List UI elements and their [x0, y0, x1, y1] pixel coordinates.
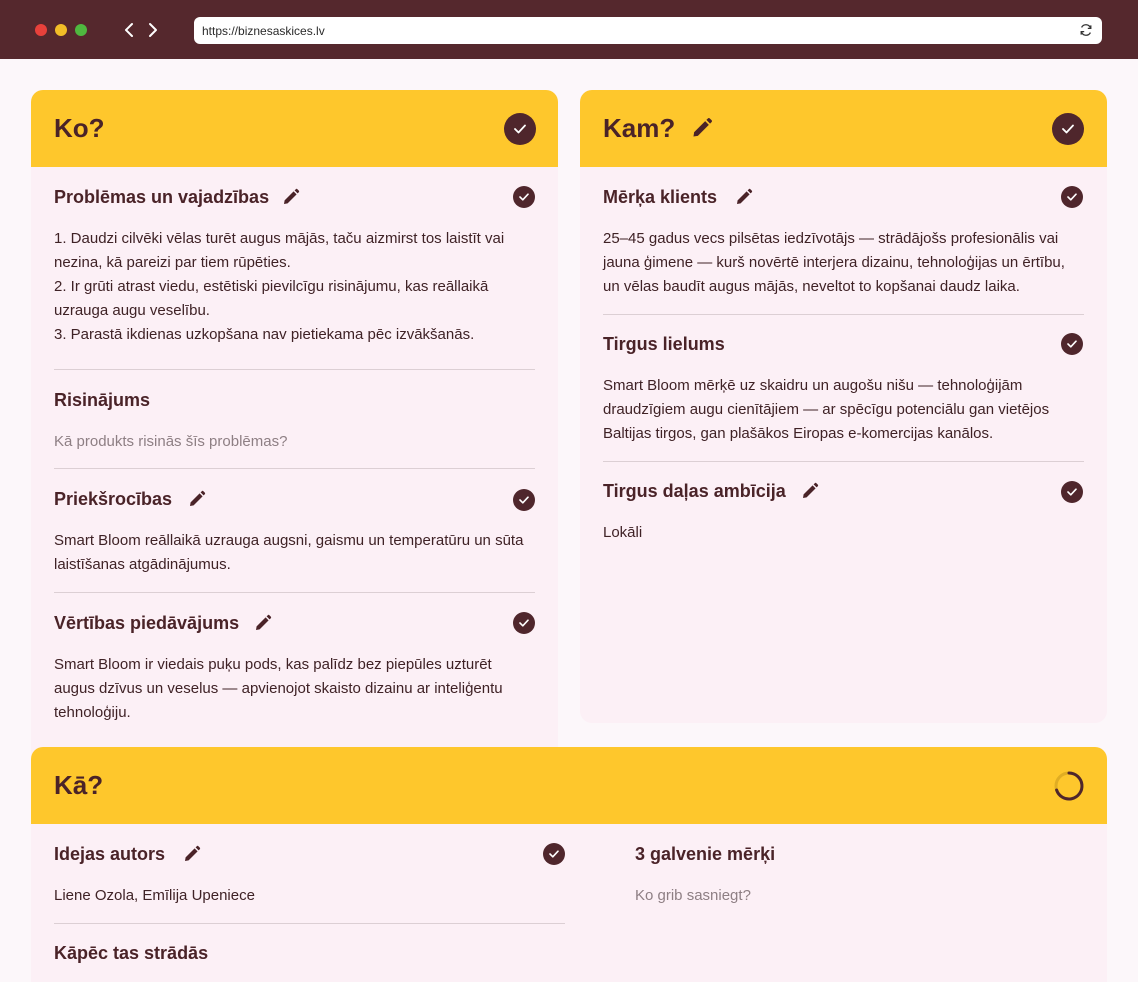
- author-text: Liene Ozola, Emīlija Upeniece: [54, 887, 255, 904]
- target-client-text: 25–45 gadus vecs pilsētas iedzīvotājs — …: [603, 230, 1065, 295]
- divider: [54, 369, 535, 370]
- ko-panel-title: Ko?: [54, 113, 105, 143]
- market-size-text: Smart Bloom mērķē uz skaidru un augošu n…: [603, 377, 1050, 442]
- market-share-title: Tirgus daļas ambīcija: [603, 481, 786, 501]
- check-icon[interactable]: [513, 186, 535, 208]
- check-icon[interactable]: [1052, 113, 1084, 145]
- value-title: Vērtības piedāvājums: [54, 613, 240, 633]
- url-text: https://biznesaskices.lv: [202, 24, 325, 38]
- ka-panel: Kā? Idejas autors Liene Ozola, Emīlija U…: [31, 747, 1107, 982]
- back-icon[interactable]: [119, 18, 139, 42]
- main-goals-placeholder[interactable]: Ko grib sasniegt?: [635, 887, 751, 904]
- author-title: Idejas autors: [54, 844, 166, 864]
- maximize-window-button[interactable]: [75, 24, 87, 36]
- check-icon[interactable]: [504, 113, 536, 145]
- divider: [603, 461, 1084, 462]
- edit-pencil-icon[interactable]: [188, 490, 206, 508]
- check-icon[interactable]: [513, 612, 535, 634]
- ko-panel: Ko? Problēmas un vajadzības 1. Daudzi ci…: [31, 90, 558, 770]
- ka-panel-title: Kā?: [54, 770, 104, 800]
- check-icon[interactable]: [1061, 333, 1083, 355]
- loading-spinner-icon: [1053, 770, 1085, 802]
- edit-pencil-icon[interactable]: [183, 845, 201, 863]
- edit-pencil-icon[interactable]: [735, 188, 753, 206]
- edit-pencil-icon[interactable]: [254, 614, 272, 632]
- browser-toolbar: https://biznesaskices.lv: [0, 0, 1138, 59]
- solution-title: Risinājums: [54, 390, 151, 410]
- advantages-text: Smart Bloom reāllaikā uzrauga augsni, ga…: [54, 532, 524, 573]
- check-icon[interactable]: [513, 489, 535, 511]
- check-icon[interactable]: [1061, 186, 1083, 208]
- check-icon[interactable]: [543, 843, 565, 865]
- address-bar[interactable]: https://biznesaskices.lv: [194, 17, 1102, 44]
- ko-panel-header: Ko?: [31, 90, 558, 167]
- edit-pencil-icon[interactable]: [282, 188, 300, 206]
- kam-panel-header: Kam?: [580, 90, 1107, 167]
- kam-panel-title: Kam?: [603, 113, 676, 143]
- advantages-title: Priekšrocības: [54, 489, 173, 509]
- problem-item: 2. Ir grūti atrast viedu, estētiski piev…: [54, 278, 489, 319]
- solution-placeholder[interactable]: Kā produkts risinās šīs problēmas?: [54, 433, 287, 450]
- edit-pencil-icon[interactable]: [691, 117, 713, 139]
- problems-list: 1. Daudzi cilvēki vēlas turēt augus mājā…: [54, 227, 534, 347]
- divider: [603, 314, 1084, 315]
- target-client-title: Mērķa klients: [603, 187, 718, 207]
- problems-title: Problēmas un vajadzības: [54, 187, 270, 207]
- reload-icon[interactable]: [1079, 23, 1093, 37]
- minimize-window-button[interactable]: [55, 24, 67, 36]
- market-size-title: Tirgus lielums: [603, 334, 725, 354]
- ka-panel-header: Kā?: [31, 747, 1107, 824]
- edit-pencil-icon[interactable]: [801, 482, 819, 500]
- problem-item: 1. Daudzi cilvēki vēlas turēt augus mājā…: [54, 230, 505, 271]
- market-share-text: Lokāli: [603, 524, 643, 541]
- divider: [54, 592, 535, 593]
- check-icon[interactable]: [1061, 481, 1083, 503]
- problem-item: 3. Parastā ikdienas uzkopšana nav pietie…: [54, 326, 475, 343]
- kam-panel: Kam? Mērķa klients 25–45 gadus vecs pils…: [580, 90, 1107, 723]
- close-window-button[interactable]: [35, 24, 47, 36]
- why-it-works-title: Kāpēc tas strādās: [54, 943, 209, 963]
- value-text: Smart Bloom ir viedais puķu pods, kas pa…: [54, 656, 503, 721]
- divider: [54, 468, 535, 469]
- forward-icon[interactable]: [143, 18, 163, 42]
- divider: [54, 923, 565, 924]
- main-goals-title: 3 galvenie mērķi: [635, 844, 776, 864]
